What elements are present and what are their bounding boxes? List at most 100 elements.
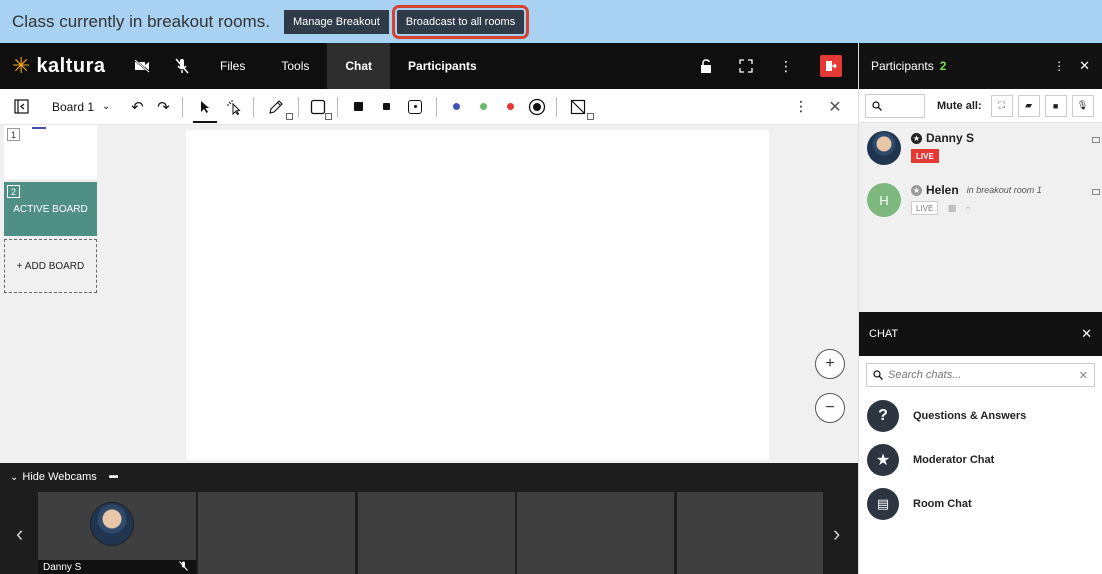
tab-participants[interactable]: Participants [390,43,495,89]
chat-item-label: Moderator Chat [913,454,995,466]
unlock-icon[interactable] [686,43,726,89]
chat-title: CHAT [869,328,899,340]
breakout-room-note: in breakout room 1 [966,185,1042,195]
participant-name: ★ Helen in breakout room 1 [911,183,1042,197]
camera-off-icon[interactable] [122,43,162,89]
tab-files[interactable]: Files [202,43,263,89]
chat-header: CHAT ✕ [859,312,1102,356]
close-participants-icon[interactable]: ✕ [1079,58,1090,74]
undo-icon[interactable]: ↶ [124,89,150,125]
chat-item-room[interactable]: ▤ Room Chat [859,482,1102,526]
participants-header: Participants 2 ⋮ ✕ [859,43,1102,89]
clear-search-icon[interactable]: ✕ [1079,369,1088,382]
webcam-name-bar: Danny S [38,560,196,574]
add-board-button[interactable]: + ADD BOARD [4,239,97,293]
board-selector-label: Board 1 [52,99,95,114]
tab-tools[interactable]: Tools [263,43,327,89]
logo-text: kaltura [36,54,106,77]
select-pointer-icon[interactable] [189,89,221,125]
kaltura-star-icon: ✳ [12,53,31,78]
participant-row-helen[interactable]: H ★ Helen in breakout room 1 LIVE ▩ 𝄐 [867,183,1102,233]
mic-off-icon [179,560,188,574]
participant-name: ★ Danny S [911,131,974,145]
exit-room-icon[interactable] [820,55,842,77]
mute-all-mic-icon[interactable]: 🎙 [1071,94,1094,117]
toolbar-divider [436,96,438,117]
participants-search[interactable] [865,93,925,118]
toolbar-divider [182,96,184,117]
chat-item-label: Questions & Answers [913,410,1027,422]
webcams-prev-arrow[interactable]: ‹ [16,521,23,547]
broadcast-all-rooms-button[interactable]: Broadcast to all rooms [391,4,530,39]
color-blue-swatch[interactable] [443,89,470,125]
toolbar-more-icon[interactable]: ⋮ [788,89,814,125]
active-board-label: ACTIVE BOARD [13,203,88,215]
board-selector[interactable]: Board 1 ⌄ [44,89,118,125]
chat-item-moderator[interactable]: ★ Moderator Chat [859,438,1102,482]
chat-search-input[interactable] [888,369,1079,381]
color-green-swatch[interactable] [470,89,497,125]
stroke-size-small-icon[interactable] [400,89,430,125]
toolbar-divider [253,96,255,117]
shape-tool-icon[interactable] [305,89,333,125]
toolbar-divider [298,96,300,117]
color-black-selected-icon[interactable] [524,89,550,125]
participant-row-danny[interactable]: ★ Danny S LIVE [867,131,1102,181]
mic-off-icon[interactable]: 𝄐 [961,201,975,215]
participant-menu-icon[interactable] [1092,137,1100,143]
star-icon: ★ [867,444,899,476]
collapse-boards-icon[interactable] [8,89,34,125]
clear-board-icon[interactable] [563,89,595,125]
chat-item-qa[interactable]: ? Questions & Answers [859,394,1102,438]
search-icon [872,100,882,111]
redo-icon[interactable]: ↷ [150,89,176,125]
board-number: 1 [7,128,20,141]
chat-item-label: Room Chat [913,498,972,510]
color-red-swatch[interactable] [497,89,524,125]
zoom-in-button[interactable]: + [815,349,845,379]
mic-off-icon[interactable] [162,43,202,89]
mute-all-screen-icon[interactable]: ⛶ [990,94,1013,117]
camera-off-icon[interactable]: ▩ [945,201,959,215]
pen-tool-icon[interactable] [260,89,294,125]
submenu-indicator-icon [587,112,595,120]
avatar [867,131,901,165]
board-thumbnail-1[interactable]: 1 [4,125,97,179]
stroke-size-medium-icon[interactable] [373,89,400,125]
main-header: ✳ kaltura Files Tools Chat Participants … [0,43,858,89]
kaltura-logo: ✳ kaltura [0,55,122,78]
question-icon: ? [867,400,899,432]
participants-title: Participants [871,59,934,73]
stroke-size-large-icon[interactable] [344,89,373,125]
laser-pointer-icon[interactable] [221,89,247,125]
webcam-tile-empty [517,492,674,574]
webcam-avatar [90,502,134,546]
live-badge-inactive[interactable]: LIVE [911,201,939,215]
toolbar-divider [337,96,339,117]
manage-breakout-button[interactable]: Manage Breakout [283,9,389,34]
close-whiteboard-icon[interactable]: ✕ [822,89,848,125]
webcam-tile-empty [677,492,823,574]
avatar: H [867,183,901,217]
whiteboard-canvas[interactable] [186,130,769,460]
participants-more-icon[interactable]: ⋮ [1053,59,1065,73]
webcams-next-arrow[interactable]: › [833,521,840,547]
grid-view-icon[interactable]: ▪▪▪ [109,471,119,483]
whiteboard-area: + − [98,125,858,463]
board-thumbnail-2-active[interactable]: 2 ACTIVE BOARD [4,182,97,236]
zoom-out-button[interactable]: − [815,393,845,423]
participant-menu-icon[interactable] [1092,189,1100,195]
board-thumbnails-panel: 1 2 ACTIVE BOARD + ADD BOARD [0,125,98,463]
webcam-tile-danny[interactable]: Danny S [38,492,196,574]
tab-chat[interactable]: Chat [327,43,391,89]
chat-search[interactable]: ✕ [866,363,1095,387]
submenu-indicator-icon [286,112,294,120]
mute-all-camera-icon[interactable]: ■ [1044,94,1067,117]
mute-all-whiteboard-icon[interactable]: ▰ [1017,94,1040,117]
right-panel: Participants 2 ⋮ ✕ Mute all: ⛶ ▰ ■ 🎙 ★ D… [858,43,1102,574]
more-menu-icon[interactable]: ⋮ [766,43,806,89]
hide-webcams-toggle[interactable]: Hide Webcams [22,471,96,483]
fullscreen-icon[interactable] [726,43,766,89]
close-chat-icon[interactable]: ✕ [1081,326,1092,342]
participant-name-text: Helen [926,183,959,197]
